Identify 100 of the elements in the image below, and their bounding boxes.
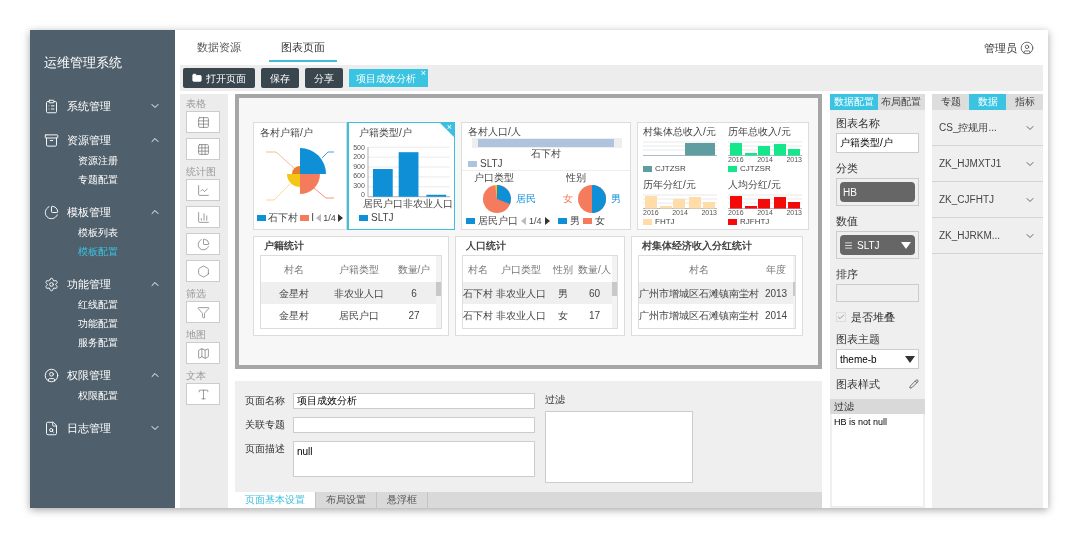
toolbar-button[interactable]: 打开页面	[183, 68, 255, 88]
filter-field[interactable]	[545, 411, 693, 483]
legend-label: SLTJ	[371, 213, 394, 223]
palette-tool-button[interactable]	[186, 179, 220, 201]
dataset-item[interactable]: ZK_HJMXTJ1	[939, 156, 1002, 171]
menu-icon	[844, 240, 853, 250]
config-tab[interactable]: 布局配置	[877, 94, 925, 110]
palette-group-label: 地图	[186, 328, 207, 342]
dataset-tab[interactable]: 指标	[1006, 94, 1043, 110]
field-label: 排序	[836, 267, 859, 281]
palette-tool-button[interactable]	[186, 260, 220, 282]
palette-group-label: 文本	[186, 369, 207, 383]
field-label: 图表主题	[836, 332, 881, 346]
slice-label: 居民	[515, 194, 536, 204]
nav-group-header[interactable]: 日志管理	[30, 417, 175, 439]
table-cell-text: 非农业人口	[495, 286, 547, 301]
user-name: 管理员	[984, 40, 1017, 56]
nav-item[interactable]: 权限配置	[78, 388, 118, 403]
next-arrow-icon[interactable]	[544, 217, 550, 225]
page-indicator: 1/4	[529, 216, 542, 226]
map-icon	[196, 346, 210, 360]
theme-select[interactable]: theme-b	[836, 349, 919, 369]
nav-group-header[interactable]: 功能管理	[30, 273, 175, 295]
previous-arrow-icon[interactable]	[316, 214, 322, 222]
chart-card[interactable]: 各村人口/人 石下村 SLTJ 户口类型 居民 居民户口 1/4 性别 女 男 男 女	[461, 122, 631, 230]
previous-arrow-icon[interactable]	[521, 217, 526, 225]
nav-item[interactable]: 红线配置	[78, 297, 118, 312]
palette-group-label: 统计图	[186, 165, 217, 179]
nav-item[interactable]: 资源注册	[78, 153, 118, 168]
nav-group-header[interactable]: 模板管理	[30, 201, 175, 223]
text-field[interactable]	[293, 417, 535, 433]
user-icon[interactable]	[1020, 41, 1034, 55]
nav-group-header[interactable]: 系统管理	[30, 95, 175, 117]
chart-title: 各村人口/人	[468, 125, 522, 138]
table-cell-text: 非农业人口	[495, 308, 547, 323]
chart-title: 各村户籍/户	[259, 126, 313, 140]
edit-icon[interactable]	[909, 379, 919, 389]
dataset-tab[interactable]: 专题	[932, 94, 969, 110]
chart-title: 户口类型	[473, 172, 515, 184]
chart-card[interactable]: 各村户籍/户 石下村 I 1/4	[253, 122, 347, 230]
palette-tool-button[interactable]	[186, 206, 220, 228]
toolbar-button[interactable]: 分享	[305, 68, 343, 88]
palette-tool-button[interactable]	[186, 301, 220, 323]
nav-item[interactable]: 模板列表	[78, 225, 118, 240]
table-title: 村集体经济收入分红统计	[641, 239, 753, 253]
table-cell-text: 非农业人口	[333, 286, 386, 301]
scrollbar[interactable]	[436, 282, 441, 296]
next-arrow-icon[interactable]	[337, 214, 343, 222]
top-tab[interactable]: 图表页面	[269, 34, 337, 62]
table-cell-text: 居民户口	[338, 308, 381, 323]
scrollbar[interactable]	[612, 282, 617, 296]
dataset-item[interactable]: CS_控规用...	[939, 120, 997, 135]
legend-label: CJTZSR	[655, 165, 686, 173]
chart-name-field[interactable]: 户籍类型/户	[836, 133, 919, 153]
column-header: 村名	[282, 262, 305, 277]
table-title: 人口统计	[465, 239, 507, 253]
field-label: 过滤	[545, 393, 566, 407]
dataset-item[interactable]: ZK_HJRKM...	[939, 228, 1001, 243]
description-field[interactable]: null	[293, 441, 535, 477]
nav-group-header[interactable]: 资源管理	[30, 129, 175, 151]
field-label: 是否堆叠	[851, 310, 895, 324]
grid-icon	[196, 142, 210, 156]
legend-label: FHTJ	[655, 218, 675, 226]
chart-title: 村集体总收入/元	[643, 125, 717, 138]
settings-tab[interactable]: 悬浮框	[377, 492, 428, 508]
nav-item[interactable]: 专题配置	[78, 172, 118, 187]
settings-tab[interactable]: 布局设置	[316, 492, 377, 508]
nav-item[interactable]: 功能配置	[78, 316, 118, 331]
table-cell-text: 金星村	[277, 308, 310, 323]
palette-tool-button[interactable]	[186, 342, 220, 364]
table-cell-text: 17	[587, 308, 602, 323]
palette-tool-button[interactable]	[186, 383, 220, 405]
field-label: 页面描述	[245, 442, 286, 456]
sort-drop-zone[interactable]	[836, 284, 919, 302]
toolbar-button[interactable]: 保存	[261, 68, 299, 88]
column-header: 户籍类型	[338, 262, 381, 277]
chart-title: 性别	[564, 172, 587, 184]
nav-item[interactable]: 模板配置	[78, 244, 118, 259]
nav-group-header[interactable]: 权限管理	[30, 364, 175, 386]
column-header: 数量/人	[577, 262, 612, 277]
scrollbar[interactable]	[793, 282, 795, 296]
filter-label: 过滤	[834, 400, 854, 414]
nav-item[interactable]: 服务配置	[78, 335, 118, 350]
app-title: 运维管理系统	[44, 53, 122, 72]
table-cell-text: 男	[557, 286, 569, 301]
chart-title: 户籍类型/户	[359, 126, 412, 140]
text-field[interactable]: 项目成效分析	[293, 393, 535, 409]
field-label: 图表名称	[836, 116, 881, 130]
palette-tool-button[interactable]	[186, 111, 220, 133]
legend-label: I	[311, 213, 315, 223]
palette-tool-button[interactable]	[186, 138, 220, 160]
stack-checkbox[interactable]	[836, 312, 846, 322]
top-tab[interactable]: 数据资源	[185, 34, 253, 62]
column-header: 村名	[467, 262, 489, 277]
filter-icon	[196, 305, 210, 319]
filter-field[interactable]: HB is not null	[832, 414, 923, 506]
user-icon	[44, 367, 59, 383]
palette-tool-button[interactable]	[186, 233, 220, 255]
legend-label: RJFHTJ	[740, 218, 770, 226]
dataset-item[interactable]: ZK_CJFHTJ	[939, 192, 994, 207]
